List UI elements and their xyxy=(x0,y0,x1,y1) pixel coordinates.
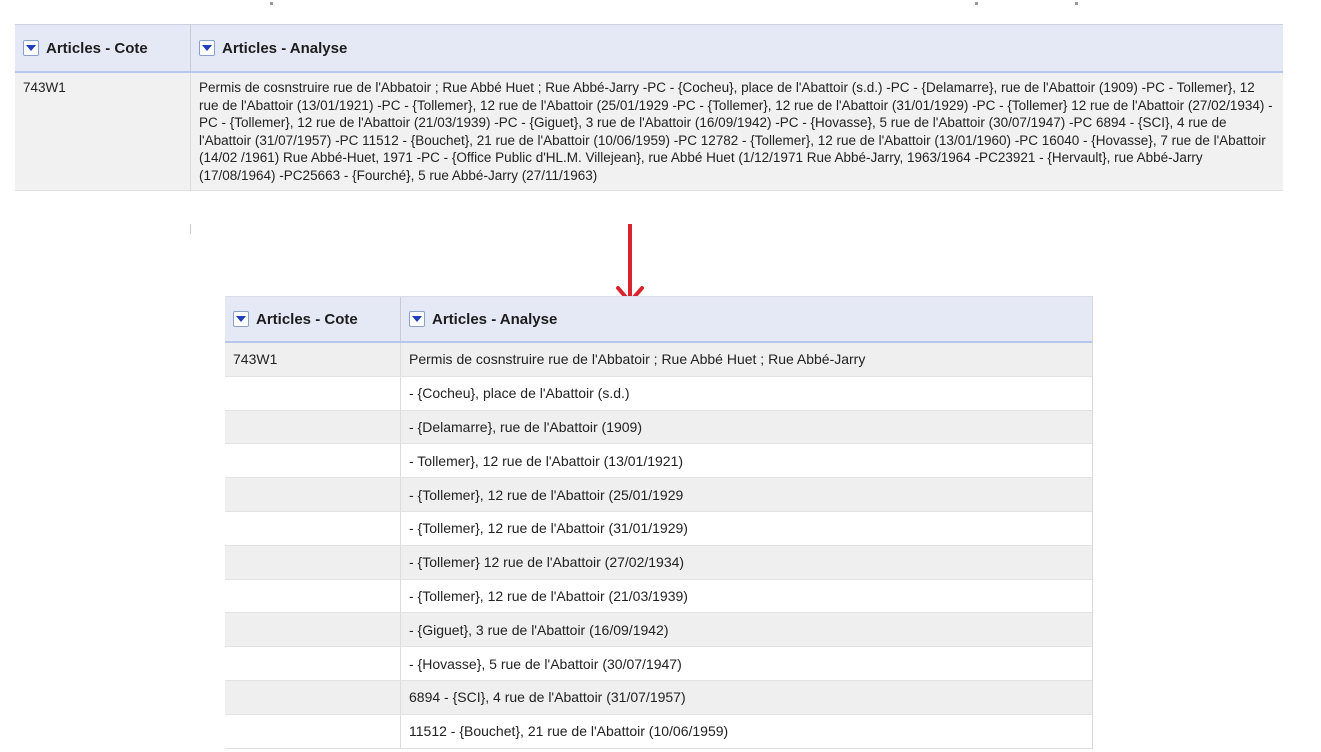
cell-cote[interactable] xyxy=(225,613,401,647)
grid-after: Articles - Cote Articles - Analyse 743W1… xyxy=(225,296,1093,749)
cell-analyse[interactable]: - Tollemer}, 12 rue de l'Abattoir (13/01… xyxy=(401,444,1092,477)
column-header-analyse[interactable]: Articles - Analyse xyxy=(191,25,1283,71)
cropped-mark xyxy=(270,2,273,5)
dropdown-arrow-icon[interactable] xyxy=(233,311,249,327)
cell-cote[interactable]: 743W1 xyxy=(15,73,191,190)
column-header-cote[interactable]: Articles - Cote xyxy=(15,25,191,71)
column-header-label: Articles - Analyse xyxy=(432,310,558,328)
cell-cote[interactable] xyxy=(225,714,401,748)
cell-cote[interactable] xyxy=(225,680,401,714)
column-header-analyse[interactable]: Articles - Analyse xyxy=(401,297,1092,341)
cell-analyse[interactable]: 6894 - {SCI}, 4 rue de l'Abattoir (31/07… xyxy=(401,681,1092,714)
grid-header: Articles - Cote Articles - Analyse xyxy=(15,24,1283,73)
column-header-label: Articles - Cote xyxy=(256,310,358,328)
cell-cote[interactable] xyxy=(225,579,401,613)
table-row[interactable]: - {Tollemer}, 12 rue de l'Abattoir (25/0… xyxy=(225,478,1092,512)
cell-analyse[interactable]: Permis de cosnstruire rue de l'Abbatoir … xyxy=(401,343,1092,376)
table-row[interactable]: 743W1 Permis de cosnstruire rue de l'Abb… xyxy=(15,73,1283,191)
table-row[interactable]: - {Tollemer} 12 rue de l'Abattoir (27/02… xyxy=(225,545,1092,580)
cell-analyse[interactable]: Permis de cosnstruire rue de l'Abbatoir … xyxy=(191,73,1283,190)
cell-cote[interactable] xyxy=(225,410,401,444)
cell-cote[interactable]: 743W1 xyxy=(225,343,401,376)
table-row[interactable]: 6894 - {SCI}, 4 rue de l'Abattoir (31/07… xyxy=(225,680,1092,715)
cell-cote[interactable] xyxy=(225,647,401,680)
cell-cote[interactable] xyxy=(225,478,401,511)
table-row[interactable]: - {Hovasse}, 5 rue de l'Abattoir (30/07/… xyxy=(225,647,1092,681)
cell-analyse[interactable]: - {Tollemer}, 12 rue de l'Abattoir (25/0… xyxy=(401,478,1092,511)
grid-header: Articles - Cote Articles - Analyse xyxy=(225,296,1092,343)
column-header-label: Articles - Analyse xyxy=(222,39,348,57)
cell-cote[interactable] xyxy=(225,444,401,478)
table-row[interactable]: - {Tollemer}, 12 rue de l'Abattoir (31/0… xyxy=(225,511,1092,546)
dropdown-arrow-icon[interactable] xyxy=(199,40,215,56)
cropped-mark xyxy=(975,2,978,5)
table-row[interactable]: 11512 - {Bouchet}, 21 rue de l'Abattoir … xyxy=(225,714,1092,749)
dropdown-arrow-icon[interactable] xyxy=(23,40,39,56)
cell-analyse[interactable]: - {Tollemer}, 12 rue de l'Abattoir (31/0… xyxy=(401,512,1092,545)
cell-analyse[interactable]: - {Cocheu}, place de l'Abattoir (s.d.) xyxy=(401,377,1092,410)
cell-analyse[interactable]: 11512 - {Bouchet}, 21 rue de l'Abattoir … xyxy=(401,715,1092,748)
column-divider xyxy=(190,224,191,234)
cell-cote[interactable] xyxy=(225,545,401,579)
cell-cote[interactable] xyxy=(225,376,401,410)
cell-analyse[interactable]: - {Tollemer}, 12 rue de l'Abattoir (21/0… xyxy=(401,580,1092,613)
column-header-cote[interactable]: Articles - Cote xyxy=(225,297,401,341)
cell-cote[interactable] xyxy=(225,511,401,545)
cropped-mark xyxy=(1075,2,1078,5)
cropped-previous-row xyxy=(0,0,1283,12)
table-row[interactable]: - {Tollemer}, 12 rue de l'Abattoir (21/0… xyxy=(225,579,1092,614)
table-row[interactable]: 743W1 Permis de cosnstruire rue de l'Abba… xyxy=(225,343,1092,377)
cell-analyse[interactable]: - {Tollemer} 12 rue de l'Abattoir (27/02… xyxy=(401,546,1092,579)
grid-before: Articles - Cote Articles - Analyse 743W1… xyxy=(15,24,1283,191)
table-row[interactable]: - {Delamarre}, rue de l'Abattoir (1909) xyxy=(225,410,1092,445)
cell-analyse[interactable]: - {Hovasse}, 5 rue de l'Abattoir (30/07/… xyxy=(401,647,1092,680)
dropdown-arrow-icon[interactable] xyxy=(409,311,425,327)
table-row[interactable]: - {Giguet}, 3 rue de l'Abattoir (16/09/1… xyxy=(225,613,1092,648)
column-header-label: Articles - Cote xyxy=(46,39,148,57)
cell-analyse[interactable]: - {Giguet}, 3 rue de l'Abattoir (16/09/1… xyxy=(401,613,1092,646)
table-row[interactable]: - {Cocheu}, place de l'Abattoir (s.d.) xyxy=(225,376,1092,411)
table-row[interactable]: - Tollemer}, 12 rue de l'Abattoir (13/01… xyxy=(225,444,1092,479)
cell-analyse[interactable]: - {Delamarre}, rue de l'Abattoir (1909) xyxy=(401,411,1092,444)
